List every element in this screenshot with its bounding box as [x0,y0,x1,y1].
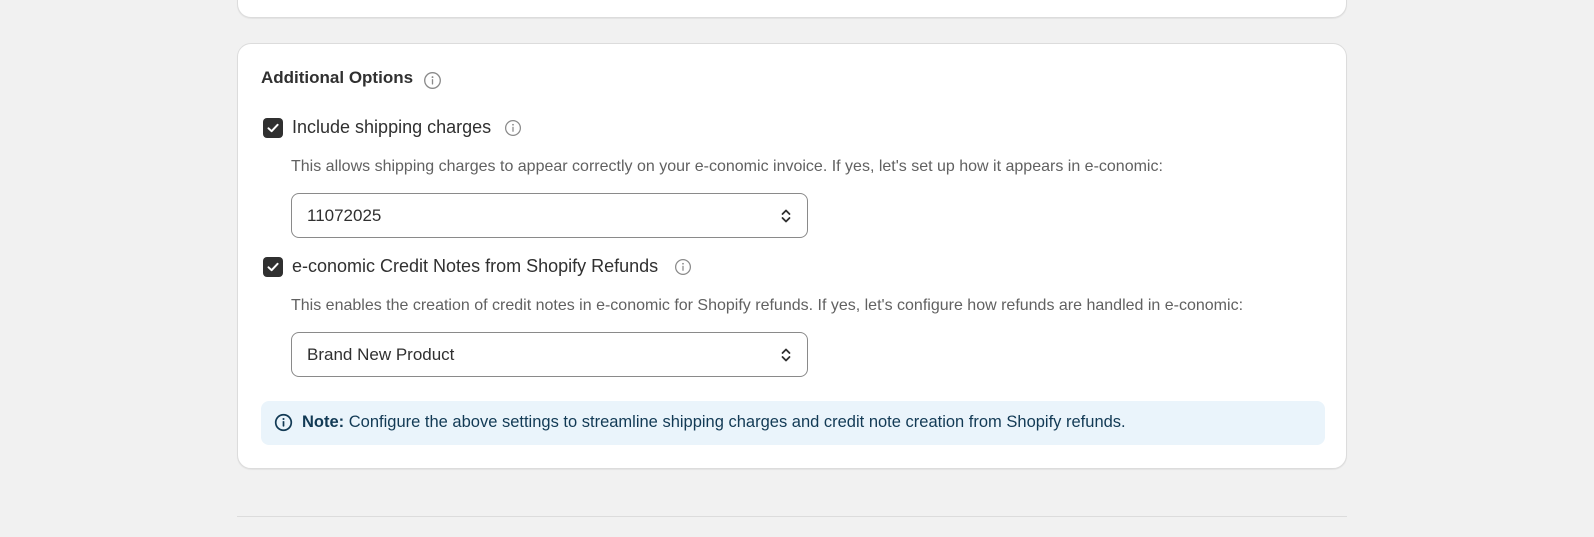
previous-card [237,0,1347,18]
note-text: Note: Configure the above settings to st… [302,413,1126,432]
note-label: Note: [302,413,345,431]
chevron-up-down-icon [781,209,791,223]
info-icon [274,413,293,432]
checkmark-icon [267,123,279,133]
shipping-product-select[interactable]: 11072025 [291,193,808,238]
chevron-up-down-icon [781,348,791,362]
select-value: Brand New Product [307,345,455,364]
refund-product-select[interactable]: Brand New Product [291,332,808,377]
info-icon[interactable] [423,71,441,89]
credit-notes-label[interactable]: e-conomic Credit Notes from Shopify Refu… [292,256,658,277]
include-shipping-checkbox[interactable] [263,118,283,138]
select-value: 11072025 [307,206,382,225]
info-icon[interactable] [504,119,522,137]
checkmark-icon [267,262,279,272]
credit-notes-help: This enables the creation of credit note… [291,297,1244,314]
include-shipping-help: This allows shipping charges to appear c… [291,158,1163,175]
note-body: Configure the above settings to streamli… [348,413,1126,431]
include-shipping-label[interactable]: Include shipping charges [292,117,491,138]
info-icon[interactable] [674,258,692,276]
credit-notes-checkbox[interactable] [263,257,283,277]
section-title: Additional Options [261,68,414,87]
next-card-edge [237,516,1347,537]
note-banner: Note: Configure the above settings to st… [261,401,1325,445]
